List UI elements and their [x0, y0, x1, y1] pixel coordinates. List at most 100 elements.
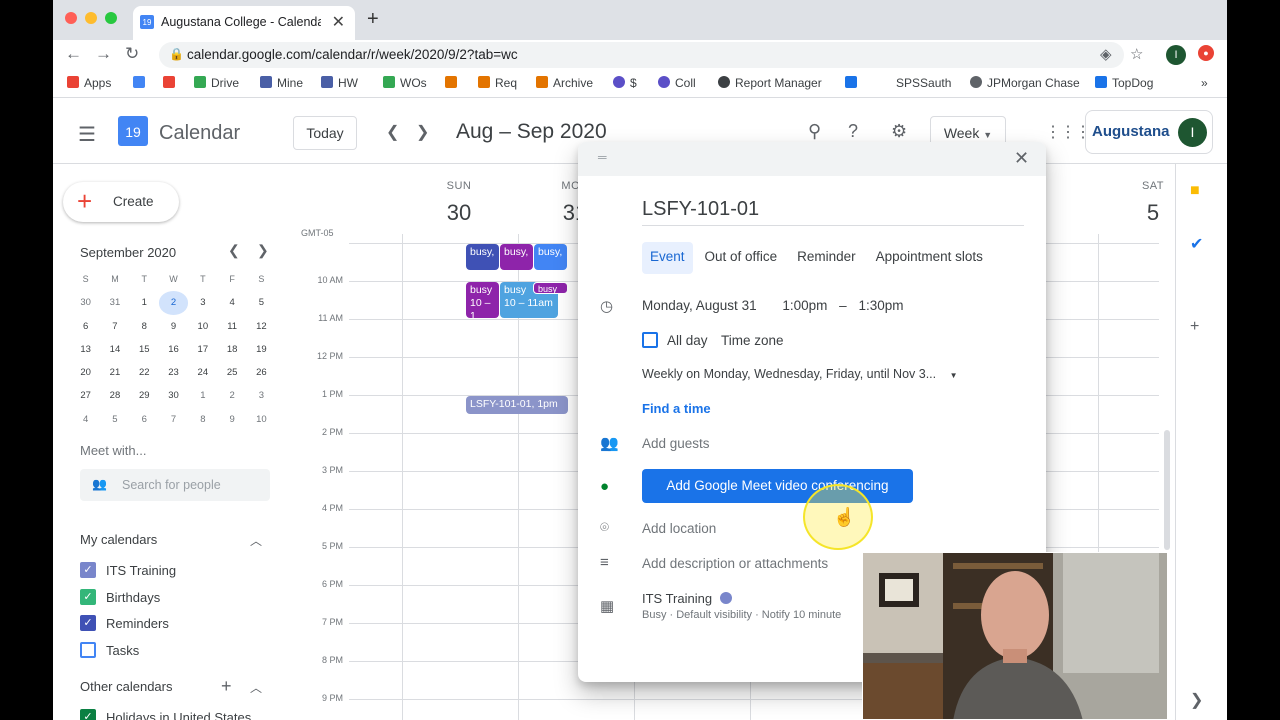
mini-day[interactable]: 23 [159, 361, 188, 384]
mini-day[interactable]: 14 [100, 338, 129, 361]
end-time-field[interactable]: 1:30pm [858, 298, 903, 313]
mini-prev-month-icon[interactable]: ❮ [228, 242, 240, 259]
mini-day[interactable]: 16 [159, 338, 188, 361]
event-title-input[interactable]: LSFY-101-01 [642, 198, 1024, 226]
bookmark-coll[interactable]: Coll [658, 76, 696, 90]
mini-day[interactable]: 18 [217, 338, 246, 361]
bookmark-star-icon[interactable]: ☆ [1130, 45, 1143, 63]
mini-day[interactable]: 15 [130, 338, 159, 361]
mini-day[interactable]: 11 [217, 315, 246, 338]
account-box[interactable]: Augustana I [1085, 110, 1213, 154]
date-field[interactable]: Monday, August 31 [642, 298, 757, 313]
checkbox-checked-icon[interactable]: ✓ [80, 709, 96, 720]
add-location-input[interactable]: Add location [642, 521, 716, 536]
mini-day[interactable]: 1 [188, 384, 217, 407]
tab-reminder[interactable]: Reminder [789, 242, 864, 274]
main-menu-icon[interactable]: ☰ [78, 122, 96, 147]
add-calendar-icon[interactable]: + [221, 676, 232, 697]
add-guests-input[interactable]: Add guests [642, 436, 710, 451]
bookmark-orange-icon[interactable] [445, 76, 462, 90]
tab-event[interactable]: Event [642, 242, 693, 274]
drag-handle-icon[interactable]: ═ [598, 150, 607, 164]
extension-icon[interactable]: ◈ [1100, 45, 1112, 63]
mini-day[interactable]: 20 [71, 361, 100, 384]
mini-day[interactable]: 27 [71, 384, 100, 407]
close-window-button[interactable] [65, 12, 77, 24]
mini-day[interactable]: 5 [247, 291, 276, 314]
mini-day[interactable]: 7 [100, 315, 129, 338]
mini-day[interactable]: 13 [71, 338, 100, 361]
create-button[interactable]: + Create [63, 182, 179, 222]
mini-day[interactable]: 2 [158, 291, 189, 315]
bookmark-triangle-icon[interactable] [845, 76, 862, 90]
previous-week-icon[interactable]: ❮ [386, 122, 399, 142]
mini-day[interactable]: 7 [159, 408, 188, 431]
bookmark-jpmorgan[interactable]: JPMorgan Chase [970, 76, 1080, 90]
maximize-window-button[interactable] [105, 12, 117, 24]
bookmark-report-manager[interactable]: Report Manager [718, 76, 822, 90]
settings-gear-icon[interactable]: ⚙ [891, 121, 907, 142]
event-busy[interactable]: busy, [466, 244, 499, 270]
tab-appointment-slots[interactable]: Appointment slots [868, 242, 991, 274]
event-busy[interactable]: busy, [534, 244, 567, 270]
browser-tab[interactable]: 19 Augustana College - Calendar ✕ [133, 6, 355, 40]
next-week-icon[interactable]: ❯ [416, 122, 429, 142]
add-meet-button[interactable]: Add Google Meet video conferencing [642, 469, 913, 503]
today-button[interactable]: Today [293, 116, 357, 150]
checkbox-checked-icon[interactable]: ✓ [80, 615, 96, 632]
bookmark-hw[interactable]: HW [321, 76, 358, 90]
mini-day[interactable]: 28 [100, 384, 129, 407]
mini-day[interactable]: 26 [247, 361, 276, 384]
bookmark-calendar-icon[interactable] [133, 76, 150, 90]
new-tab-icon[interactable]: + [367, 8, 379, 31]
tab-out-of-office[interactable]: Out of office [697, 242, 786, 274]
reload-icon[interactable]: ↻ [125, 44, 139, 64]
mini-day[interactable]: 8 [130, 315, 159, 338]
mini-day[interactable]: 17 [188, 338, 217, 361]
mini-day[interactable]: 10 [247, 408, 276, 431]
collapse-other-chevron-icon[interactable]: ︿ [250, 679, 262, 696]
event-lsfy-101-01[interactable]: LSFY-101-01, 1pm [466, 396, 568, 414]
close-tab-icon[interactable]: ✕ [332, 12, 345, 32]
mini-day[interactable]: 30 [159, 384, 188, 407]
all-day-checkbox[interactable] [642, 332, 658, 348]
mini-day[interactable]: 1 [130, 291, 159, 314]
event-busy[interactable]: busy, [500, 244, 533, 270]
checkbox-checked-icon[interactable]: ✓ [80, 562, 96, 578]
event-busy[interactable]: busy [533, 282, 568, 294]
time-zone-button[interactable]: Time zone [721, 333, 784, 348]
mini-day[interactable]: 10 [188, 315, 217, 338]
checkbox-checked-icon[interactable]: ✓ [80, 588, 96, 605]
day-header-sun[interactable]: SUN 30 [401, 180, 517, 226]
search-people-input[interactable]: 👥 Search for people [80, 469, 270, 501]
address-bar[interactable]: 🔒 calendar.google.com/calendar/r/week/20… [159, 42, 1124, 68]
bookmark-mine[interactable]: Mine [260, 76, 303, 90]
mini-day[interactable]: 24 [188, 361, 217, 384]
bookmark-dollar[interactable]: $ [613, 76, 637, 90]
grid-scrollbar[interactable] [1164, 430, 1170, 550]
mini-day[interactable]: 3 [188, 291, 217, 314]
mini-day[interactable]: 30 [71, 291, 100, 314]
mini-day[interactable]: 31 [100, 291, 129, 314]
keep-icon[interactable]: ■ [1190, 182, 1200, 200]
bookmark-apps[interactable]: Apps [67, 76, 111, 90]
help-icon[interactable]: ? [848, 121, 858, 142]
bookmark-gmail-icon[interactable] [163, 76, 180, 90]
account-avatar[interactable]: I [1178, 118, 1207, 147]
bookmark-wos[interactable]: WOs [383, 76, 427, 90]
add-description-input[interactable]: Add description or attachments [642, 556, 828, 571]
search-icon[interactable]: ⚲ [808, 121, 821, 142]
mini-day[interactable]: 22 [130, 361, 159, 384]
other-calendars-header[interactable]: Other calendars [80, 679, 173, 694]
minimize-window-button[interactable] [85, 12, 97, 24]
mini-day[interactable]: 4 [71, 408, 100, 431]
mini-day[interactable]: 4 [217, 291, 246, 314]
back-icon[interactable]: ← [65, 44, 82, 64]
forward-icon[interactable]: → [95, 44, 112, 64]
bookmarks-overflow-icon[interactable]: » [1201, 76, 1208, 90]
profile-avatar[interactable]: I [1166, 45, 1186, 65]
mini-day[interactable]: 19 [247, 338, 276, 361]
bookmark-spssauth[interactable]: SPSSauth [896, 76, 951, 90]
calendar-select[interactable]: ITS Training [642, 591, 732, 606]
expand-panel-icon[interactable]: ❯ [1190, 690, 1203, 710]
